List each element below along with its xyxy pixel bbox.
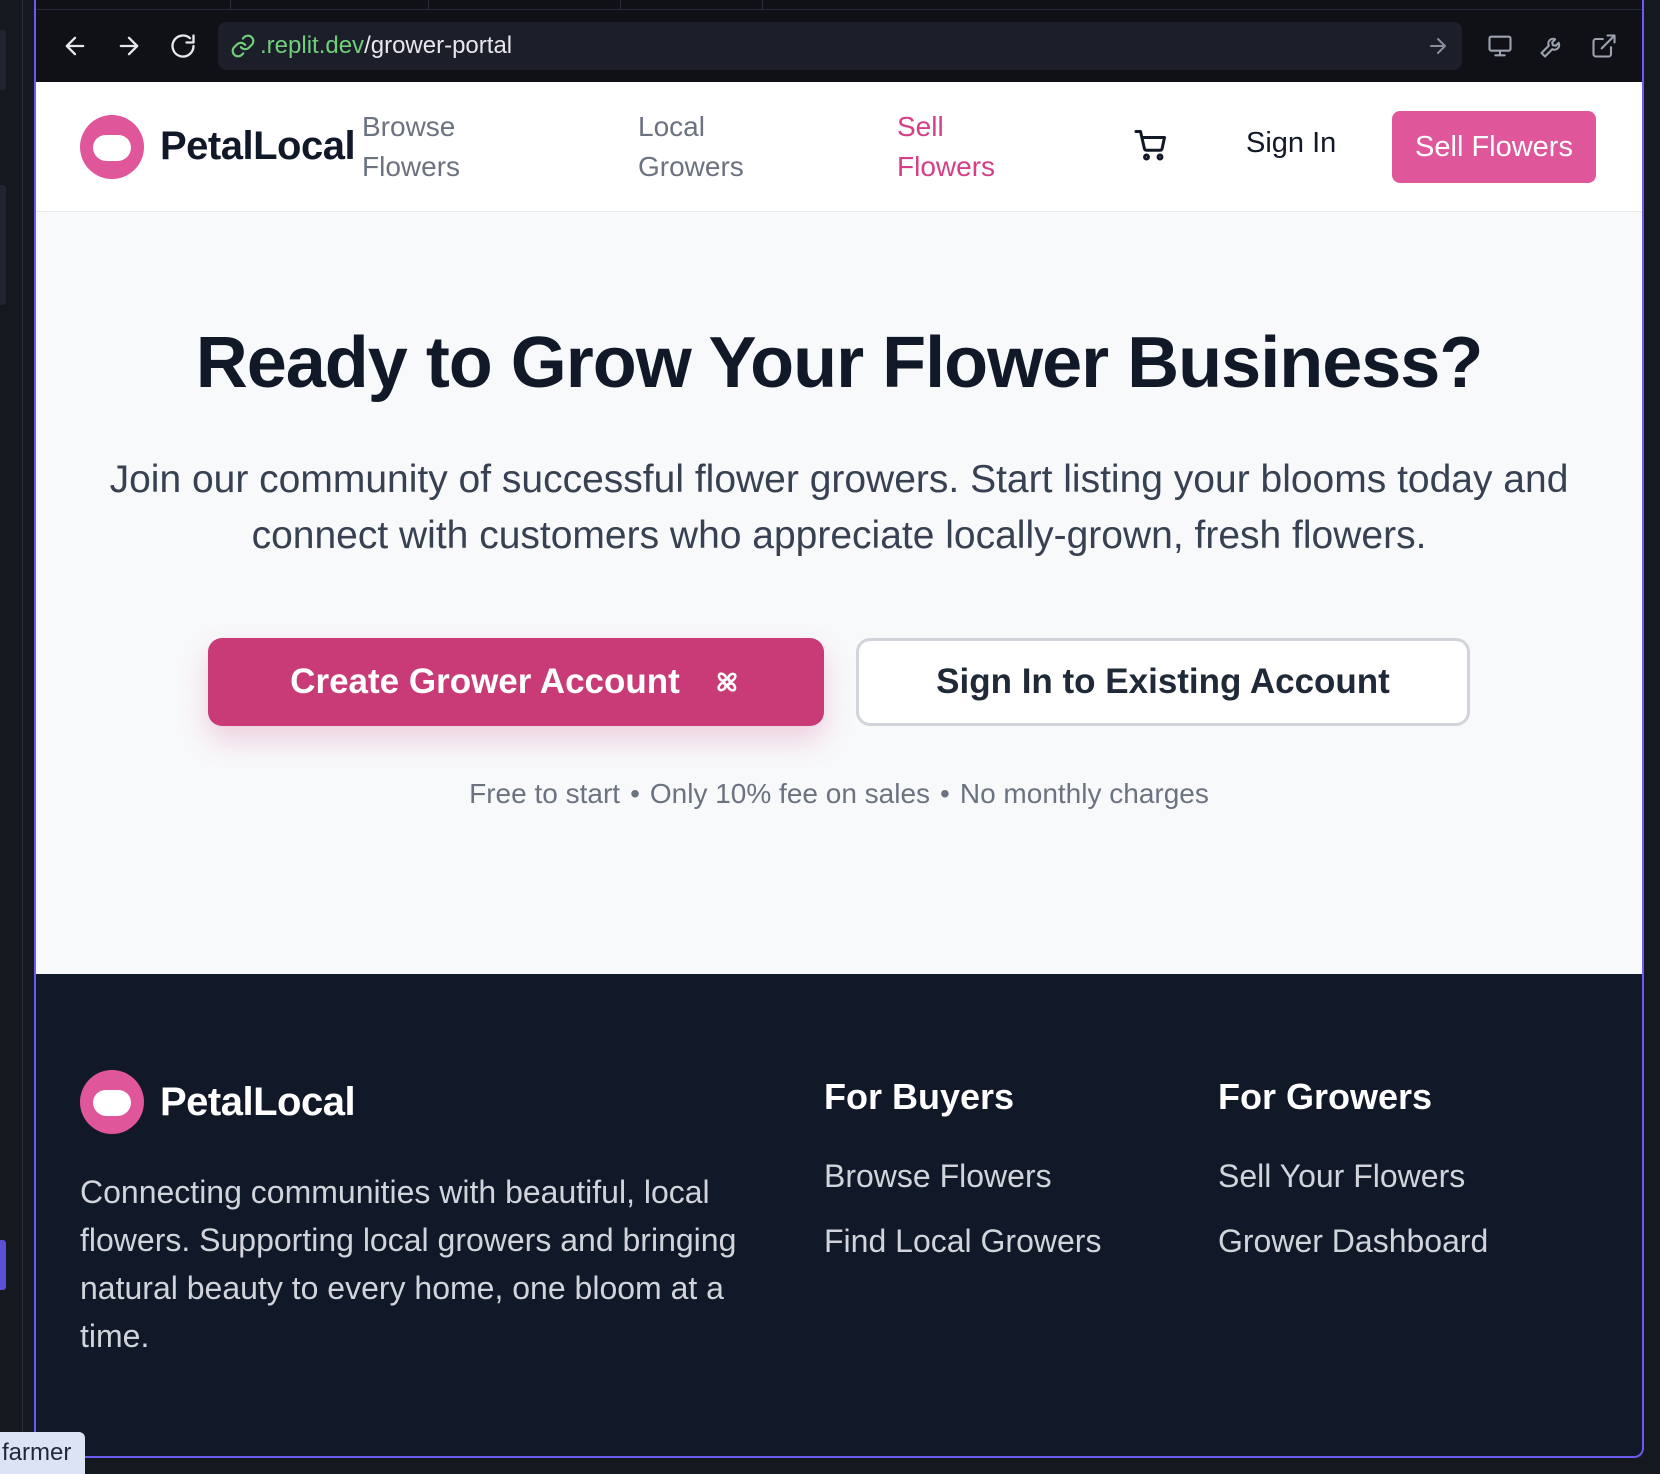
brand-name: PetalLocal bbox=[160, 124, 356, 168]
sell-flowers-button[interactable]: Sell Flowers bbox=[1392, 111, 1596, 183]
cart-icon[interactable] bbox=[1133, 127, 1169, 163]
device-preview-button[interactable] bbox=[1474, 20, 1526, 72]
petal-logo-icon bbox=[80, 114, 144, 179]
footer-link-find-local-growers[interactable]: Find Local Growers bbox=[824, 1223, 1101, 1260]
tab-strip bbox=[36, 0, 1642, 10]
address-bar[interactable]: .replit.dev/grower-portal bbox=[218, 22, 1462, 70]
footer-growers-heading: For Growers bbox=[1218, 1076, 1433, 1117]
footer-link-sell-your-flowers[interactable]: Sell Your Flowers bbox=[1218, 1158, 1488, 1195]
panel-divider bbox=[22, 0, 23, 1474]
reload-icon bbox=[171, 34, 195, 58]
panel-tab[interactable] bbox=[0, 30, 6, 90]
ide-bottom-edge bbox=[34, 1458, 1660, 1474]
ide-left-panel bbox=[0, 0, 34, 1474]
url-path: /grower-portal bbox=[364, 32, 513, 59]
nav-browse-flowers[interactable]: Browse Flowers bbox=[362, 107, 460, 187]
nav-sell-flowers[interactable]: Sell Flowers bbox=[897, 107, 995, 187]
footer-brand-name: PetalLocal bbox=[160, 1079, 356, 1124]
term-no-monthly: No monthly charges bbox=[959, 778, 1209, 809]
footer-buyers-column: For Buyers Browse Flowers Find Local Gro… bbox=[824, 1076, 1101, 1288]
link-icon bbox=[231, 34, 255, 58]
site-footer: PetalLocal Connecting communities with b… bbox=[36, 974, 1642, 1456]
monitor-icon bbox=[1488, 35, 1512, 57]
sign-in-link[interactable]: Sign In bbox=[1246, 127, 1336, 160]
sign-in-existing-account-button[interactable]: Sign In to Existing Account bbox=[856, 638, 1470, 726]
active-panel-indicator bbox=[0, 1240, 6, 1290]
browser-toolbar: .replit.dev/grower-portal bbox=[36, 10, 1642, 82]
footer-buyers-heading: For Buyers bbox=[824, 1076, 1015, 1117]
devtools-button[interactable] bbox=[1526, 20, 1578, 72]
hero-subtitle: Join our community of successful flower … bbox=[109, 458, 1569, 557]
petal-logo-icon bbox=[80, 1070, 144, 1134]
go-arrow-icon[interactable] bbox=[1426, 34, 1450, 58]
forward-button[interactable] bbox=[102, 19, 156, 73]
terms-separator: • bbox=[630, 778, 640, 809]
reload-button[interactable] bbox=[156, 19, 210, 73]
url-domain: .replit.dev bbox=[260, 32, 365, 59]
nav-local-growers[interactable]: Local Growers bbox=[638, 107, 744, 187]
hover-tooltip: farmer bbox=[0, 1432, 86, 1474]
pricing-terms: Free to start • Only 10% fee on sales • No m… bbox=[36, 778, 1642, 810]
wrench-icon bbox=[1540, 37, 1561, 58]
back-button[interactable] bbox=[48, 19, 102, 73]
site-header: PetalLocal Browse Flowers Local Growers … bbox=[36, 82, 1642, 212]
panel-tab[interactable] bbox=[0, 185, 6, 305]
hero-section: Ready to Grow Your Flower Business? Join… bbox=[36, 212, 1642, 974]
footer-link-browse-flowers[interactable]: Browse Flowers bbox=[824, 1158, 1101, 1195]
footer-description: Connecting communities with beautiful, l… bbox=[80, 1174, 737, 1354]
term-fee: Only 10% fee on sales bbox=[649, 778, 931, 809]
ide-right-edge bbox=[1643, 0, 1660, 1474]
hero-title: Ready to Grow Your Flower Business? bbox=[195, 323, 1484, 403]
browser-preview-window: .replit.dev/grower-portal PetalLocal Bro… bbox=[34, 0, 1644, 1458]
header-logo[interactable]: PetalLocal bbox=[80, 114, 356, 179]
terms-separator: • bbox=[940, 778, 950, 809]
arrow-left-icon bbox=[65, 36, 85, 56]
footer-link-grower-dashboard[interactable]: Grower Dashboard bbox=[1218, 1223, 1488, 1260]
open-new-tab-button[interactable] bbox=[1578, 20, 1630, 72]
external-link-icon bbox=[1592, 34, 1616, 58]
flower-icon bbox=[717, 672, 737, 692]
footer-growers-column: For Growers Sell Your Flowers Grower Das… bbox=[1218, 1076, 1488, 1288]
create-grower-account-button[interactable]: Create Grower Account bbox=[208, 638, 824, 726]
footer-logo[interactable]: PetalLocal bbox=[80, 1070, 356, 1134]
create-grower-account-label: Create Grower Account bbox=[290, 662, 680, 701]
term-free: Free to start bbox=[469, 778, 621, 809]
arrow-right-icon bbox=[119, 36, 139, 56]
